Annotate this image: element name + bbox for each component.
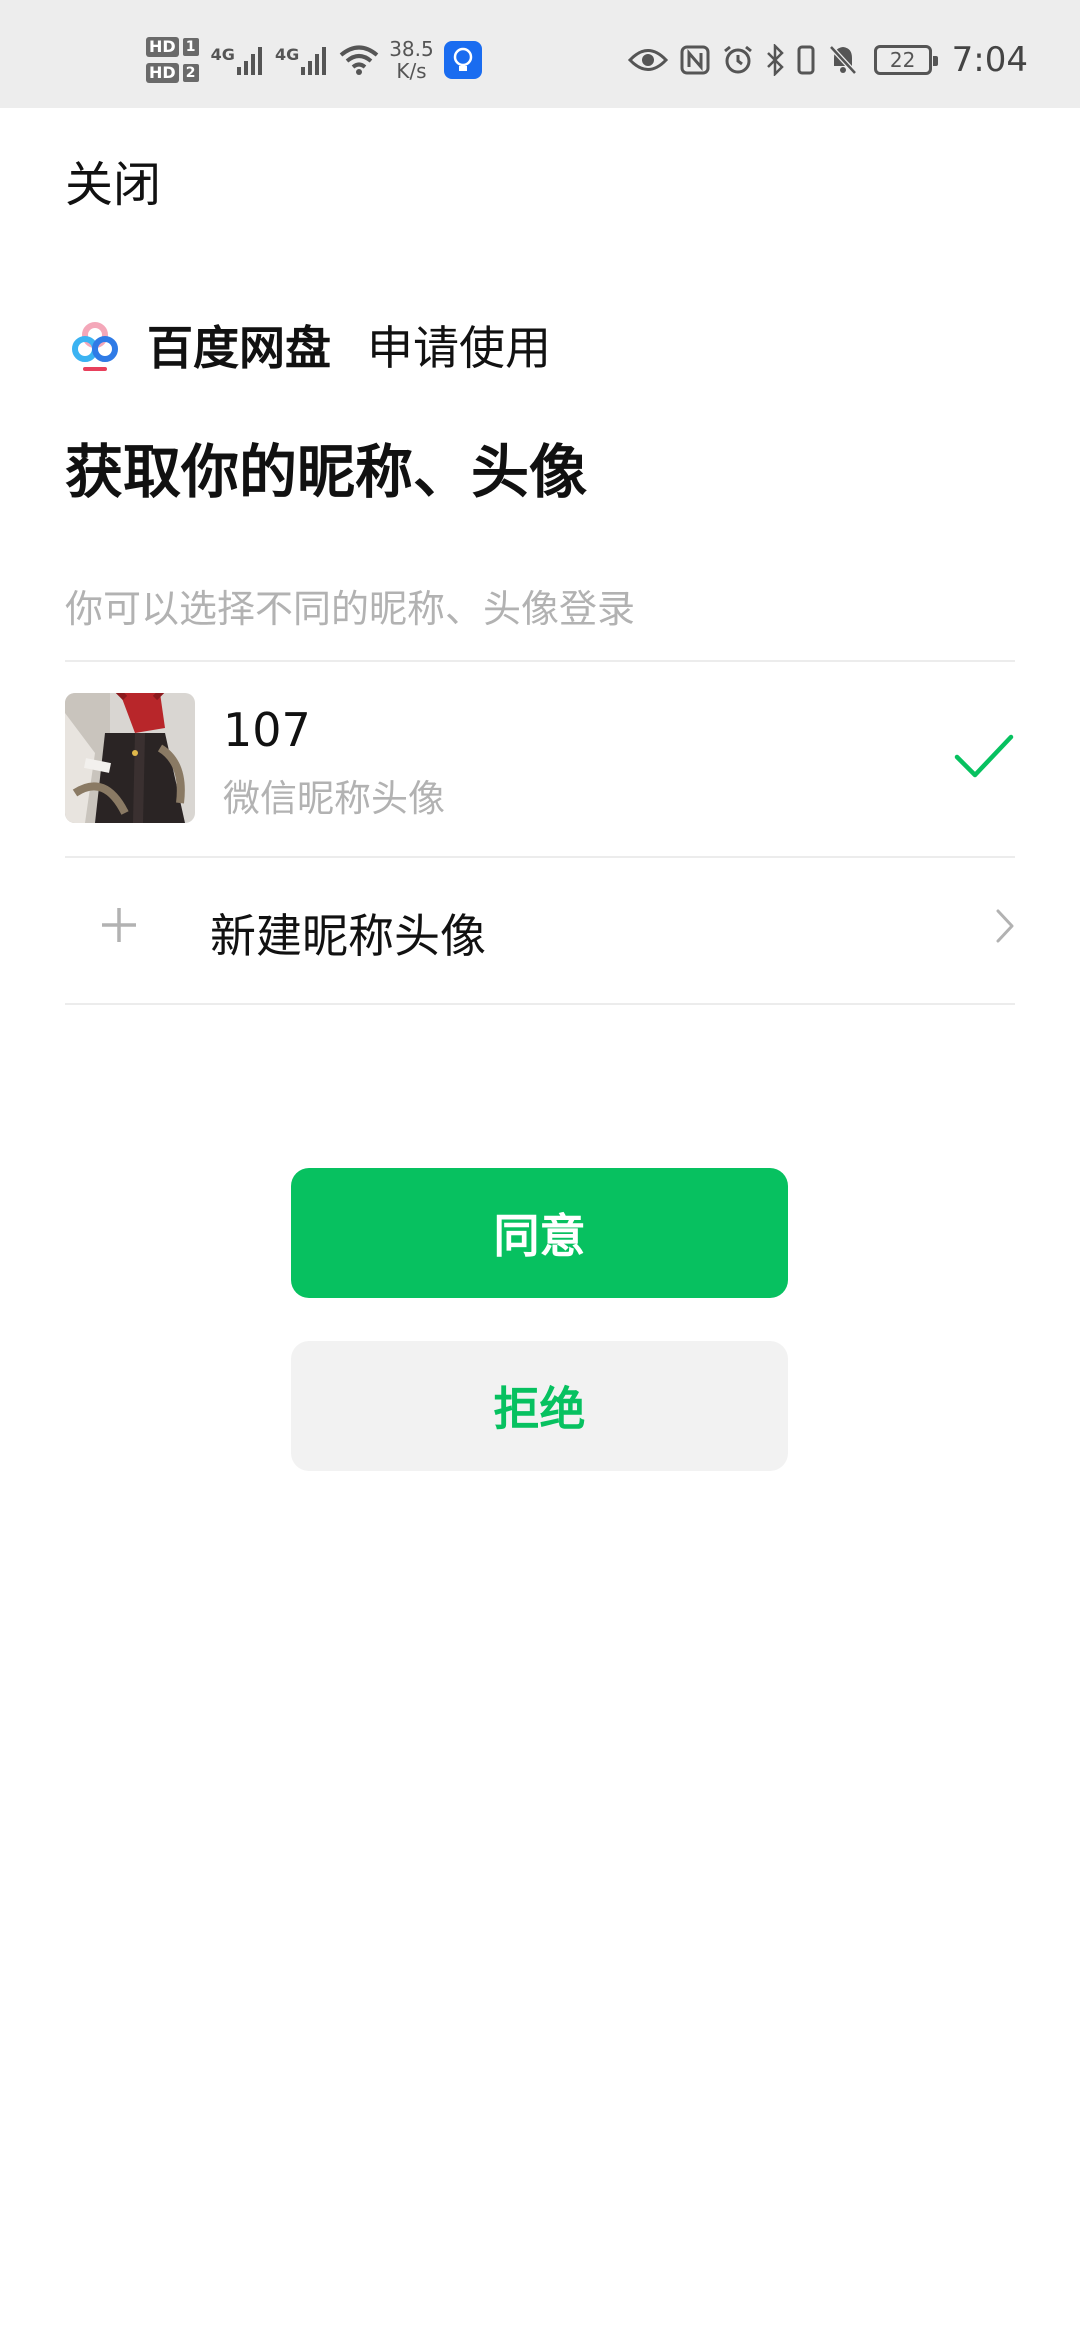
network-speed: 38.5 K/s [389, 38, 434, 82]
eye-icon [627, 47, 668, 73]
page-title: 获取你的昵称、头像 [65, 438, 588, 506]
hd-badge-1: HD [146, 37, 179, 57]
status-bar: HD 1 HD 2 4G 4G 38.5 K/s 22 7:04 [0, 0, 1080, 108]
vibrate-icon [796, 44, 816, 76]
wifi-icon [339, 45, 379, 75]
new-profile-label: 新建昵称头像 [210, 909, 486, 963]
status-right: 22 7:04 [616, 30, 1028, 90]
lightbulb-app-icon [443, 41, 482, 79]
network-type-2: 4G [274, 45, 300, 64]
sim-2-badge: 2 [182, 64, 199, 82]
clock: 7:04 [951, 40, 1028, 80]
signal-1: 4G [211, 45, 265, 75]
bluetooth-icon [766, 44, 784, 76]
nickname: 107 [223, 703, 311, 757]
divider [65, 856, 1015, 858]
hd-badge-2: HD [146, 63, 179, 83]
requesting-app: 百度网盘 申请使用 [65, 310, 551, 380]
check-icon [954, 734, 1014, 778]
sim-1-badge: 1 [182, 38, 199, 56]
baidu-netdisk-logo-icon [72, 322, 118, 371]
mute-bell-icon [828, 44, 858, 76]
network-type-1: 4G [210, 45, 235, 64]
chevron-right-icon [996, 909, 1014, 943]
reject-button[interactable]: 拒绝 [291, 1341, 788, 1471]
speed-unit: K/s [396, 59, 427, 83]
divider [65, 660, 1015, 662]
speed-value: 38.5 [389, 37, 434, 61]
alarm-icon [722, 44, 754, 76]
close-button[interactable]: 关闭 [65, 145, 161, 215]
sim-indicators: HD 1 HD 2 [146, 37, 199, 83]
hint-text: 你可以选择不同的昵称、头像登录 [65, 587, 636, 631]
battery-indicator: 22 [873, 45, 938, 75]
signal-bars-icon [301, 47, 327, 75]
divider [65, 1003, 1015, 1005]
status-left: HD 1 HD 2 4G 4G 38.5 K/s [146, 30, 482, 90]
profile-option-wechat[interactable]: 107 微信昵称头像 [65, 693, 1015, 823]
plus-icon [102, 908, 136, 942]
new-profile-option[interactable]: 新建昵称头像 [65, 866, 1015, 996]
avatar [65, 693, 195, 823]
apply-text: 申请使用 [367, 321, 551, 375]
nickname-subtitle: 微信昵称头像 [223, 777, 445, 820]
agree-button[interactable]: 同意 [291, 1168, 788, 1298]
nfc-icon [680, 45, 710, 75]
app-name: 百度网盘 [147, 321, 331, 375]
signal-2: 4G [275, 45, 329, 75]
signal-bars-icon [236, 47, 262, 75]
